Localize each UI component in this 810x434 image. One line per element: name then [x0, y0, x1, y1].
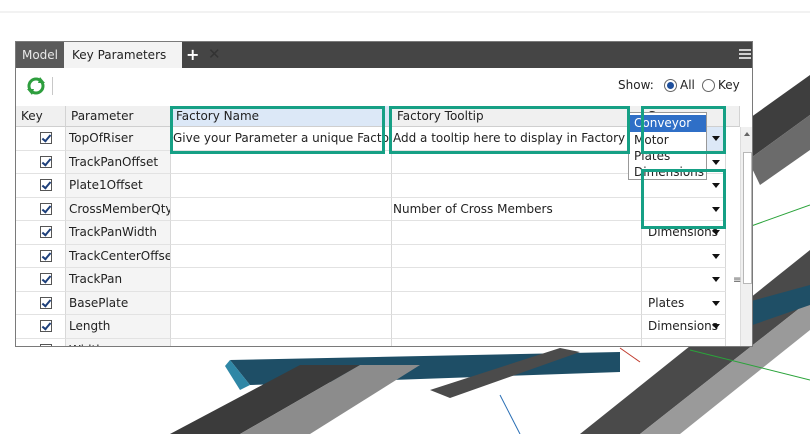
key-cell — [16, 244, 66, 268]
hamburger-menu-icon[interactable] — [739, 49, 751, 61]
key-checkbox[interactable] — [40, 155, 52, 168]
column-header-parameter[interactable]: Parameter — [66, 106, 171, 127]
parameter-cell: TrackCenterOffset — [66, 244, 171, 268]
tab-key-parameters-label: Key Parameters — [72, 48, 167, 62]
toolbar-separator — [52, 77, 53, 95]
close-icon[interactable]: ✕ — [208, 47, 222, 62]
table-row[interactable]: TrackPanWidth Dimensions — [16, 221, 740, 245]
table-row[interactable]: Length Dimensions — [16, 315, 740, 339]
tab-model[interactable]: Model — [16, 42, 64, 68]
factory-name-cell[interactable] — [171, 244, 392, 268]
group-cell[interactable] — [642, 268, 726, 292]
show-label: Show: — [618, 78, 654, 92]
group-cell-value: Dimensions — [648, 319, 719, 333]
factory-tooltip-cell[interactable] — [392, 315, 642, 339]
highlight-group-options — [641, 169, 726, 229]
parameter-cell: TrackPan — [66, 268, 171, 292]
key-checkbox[interactable] — [40, 202, 52, 215]
factory-tooltip-cell[interactable]: Number of Cross Members — [392, 197, 642, 221]
key-checkbox[interactable] — [40, 343, 52, 346]
chevron-down-icon[interactable] — [712, 324, 720, 329]
group-cell[interactable]: Plates — [642, 291, 726, 315]
refresh-icon[interactable] — [26, 76, 46, 96]
key-cell — [16, 338, 66, 346]
highlight-factory-name — [170, 106, 385, 154]
radio-key-label: Key — [718, 78, 740, 92]
table-row[interactable]: TrackCenterOffset — [16, 244, 740, 268]
chevron-down-icon[interactable] — [712, 277, 720, 282]
radio-all-label: All — [680, 78, 695, 92]
key-checkbox[interactable] — [40, 273, 52, 285]
factory-tooltip-cell[interactable] — [392, 150, 642, 174]
vertical-scrollbar[interactable] — [740, 127, 752, 346]
key-checkbox[interactable] — [40, 320, 52, 332]
factory-tooltip-cell[interactable] — [392, 268, 642, 292]
group-cell-value: Plates — [648, 295, 685, 310]
key-checkbox[interactable] — [40, 226, 52, 238]
factory-name-cell[interactable] — [171, 338, 392, 346]
factory-name-cell[interactable] — [171, 174, 392, 198]
chevron-down-icon[interactable] — [712, 230, 720, 235]
key-cell — [16, 268, 66, 292]
key-cell — [16, 291, 66, 315]
column-header-key[interactable]: Key — [16, 106, 66, 127]
group-cell[interactable] — [642, 338, 726, 346]
factory-tooltip-cell[interactable] — [392, 291, 642, 315]
chevron-down-icon[interactable] — [712, 159, 720, 165]
scroll-up-arrow-icon[interactable] — [744, 132, 750, 136]
key-cell — [16, 197, 66, 221]
table-row[interactable]: BasePlate Plates — [16, 291, 740, 315]
factory-name-cell[interactable] — [171, 221, 392, 245]
parameter-cell: BasePlate — [66, 291, 171, 315]
group-cell[interactable]: Dimensions — [642, 315, 726, 339]
group-cell[interactable] — [642, 244, 726, 268]
table-row[interactable]: Width — [16, 338, 740, 346]
key-cell — [16, 150, 66, 174]
key-checkbox[interactable] — [40, 249, 52, 262]
resize-grip-icon[interactable]: ≡ — [733, 275, 741, 286]
factory-tooltip-cell[interactable] — [392, 221, 642, 245]
key-cell — [16, 174, 66, 198]
factory-name-cell[interactable] — [171, 315, 392, 339]
radio-all[interactable] — [664, 79, 677, 92]
parameter-cell: CrossMemberQty — [66, 197, 171, 221]
parameter-cell: TopOfRiser — [66, 127, 171, 151]
factory-name-cell[interactable] — [171, 268, 392, 292]
parameter-cell: TrackPanOffset — [66, 150, 171, 174]
table-row[interactable]: TrackPan — [16, 268, 740, 292]
tab-key-parameters[interactable]: Key Parameters ✕ — [64, 42, 221, 68]
factory-tooltip-cell[interactable] — [392, 244, 642, 268]
scroll-thumb[interactable] — [743, 152, 752, 284]
key-cell — [16, 315, 66, 339]
factory-tooltip-cell[interactable] — [392, 338, 642, 346]
parameter-cell: TrackPanWidth — [66, 221, 171, 245]
factory-name-cell[interactable] — [171, 197, 392, 221]
key-cell — [16, 127, 66, 151]
chevron-down-icon[interactable] — [712, 300, 720, 306]
key-cell — [16, 221, 66, 245]
plus-icon[interactable]: + — [186, 42, 199, 68]
key-checkbox[interactable] — [40, 296, 52, 309]
key-checkbox[interactable] — [40, 179, 52, 191]
parameter-cell: Width — [66, 338, 171, 346]
key-checkbox[interactable] — [40, 132, 52, 144]
highlight-group-column — [641, 106, 726, 154]
parameter-cell: Length — [66, 315, 171, 339]
radio-key[interactable] — [702, 79, 715, 92]
tab-bar: Model Key Parameters ✕ + — [16, 42, 752, 68]
factory-tooltip-cell[interactable] — [392, 174, 642, 198]
toolbar: Show: All Key — [16, 68, 752, 106]
chevron-down-icon[interactable] — [712, 253, 720, 259]
table-row[interactable]: CrossMemberQty Number of Cross Members — [16, 197, 740, 221]
factory-name-cell[interactable] — [171, 291, 392, 315]
factory-name-cell[interactable] — [171, 150, 392, 174]
parameter-cell: Plate1Offset — [66, 174, 171, 198]
highlight-factory-tooltip — [389, 106, 630, 154]
